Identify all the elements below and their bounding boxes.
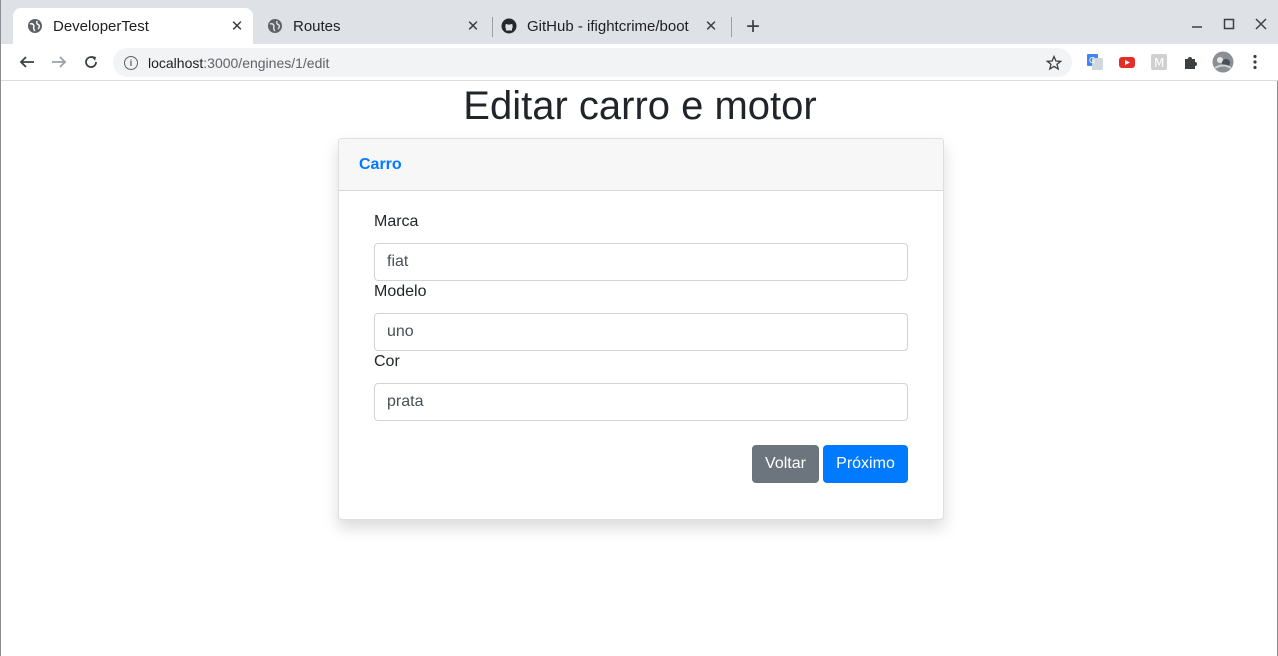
address-bar[interactable]: i localhost:3000/engines/1/edit (113, 48, 1072, 77)
extensions-puzzle-icon[interactable] (1182, 53, 1200, 71)
tab-routes[interactable]: Routes ✕ (253, 8, 489, 44)
youtube-icon[interactable] (1118, 53, 1136, 71)
bookmark-star-icon[interactable] (1044, 53, 1064, 73)
github-icon (501, 18, 517, 34)
tab-developertest[interactable]: DeveloperTest ✕ (13, 8, 253, 44)
carro-link[interactable]: Carro (359, 156, 402, 174)
close-window-icon[interactable] (1249, 12, 1273, 36)
maximize-icon[interactable] (1217, 12, 1241, 36)
info-icon[interactable]: i (124, 55, 138, 70)
cor-label: Cor (374, 353, 400, 370)
minimize-icon[interactable] (1185, 12, 1209, 36)
tab-strip: DeveloperTest ✕ Routes ✕ GitHub - ifight… (1, 0, 1278, 44)
tab-separator (731, 17, 732, 37)
browser-window: DeveloperTest ✕ Routes ✕ GitHub - ifight… (0, 0, 1278, 656)
profile-avatar-icon[interactable] (1212, 51, 1234, 73)
close-tab-icon[interactable]: ✕ (701, 16, 721, 36)
svg-text:G: G (1089, 56, 1095, 65)
tab-github[interactable]: GitHub - ifightcrime/boot ✕ (487, 8, 727, 44)
close-tab-icon[interactable]: ✕ (463, 16, 483, 36)
m-extension-icon[interactable]: M (1150, 53, 1168, 71)
card-header: Carro (339, 139, 943, 191)
browser-toolbar: i localhost:3000/engines/1/edit G M (1, 44, 1278, 81)
marca-label: Marca (374, 213, 419, 230)
forward-arrow-icon[interactable] (46, 49, 72, 75)
url-text: localhost:3000/engines/1/edit (148, 55, 1044, 71)
modelo-label: Modelo (374, 283, 427, 300)
reload-icon[interactable] (78, 49, 104, 75)
url-path: :3000/engines/1/edit (203, 54, 330, 71)
car-form-card: Carro Marca Modelo Cor Voltar Próximo (338, 138, 944, 520)
new-tab-button[interactable]: + (741, 13, 765, 40)
modelo-input[interactable] (374, 313, 908, 351)
kebab-menu-icon[interactable] (1246, 53, 1264, 71)
svg-text:M: M (1154, 56, 1164, 70)
tab-title: GitHub - ifightcrime/boot (527, 17, 689, 35)
page-content: Editar carro e motor Carro Marca Modelo … (1, 82, 1277, 656)
tab-title: DeveloperTest (53, 17, 149, 35)
globe-icon (27, 18, 43, 34)
globe-icon (267, 18, 283, 34)
google-translate-icon[interactable]: G (1086, 53, 1104, 71)
proximo-button[interactable]: Próximo (823, 445, 908, 483)
cor-input[interactable] (374, 383, 908, 421)
marca-input[interactable] (374, 243, 908, 281)
back-arrow-icon[interactable] (14, 49, 40, 75)
tab-title: Routes (293, 17, 341, 35)
voltar-button[interactable]: Voltar (752, 445, 819, 483)
close-tab-icon[interactable]: ✕ (227, 16, 247, 36)
page-title: Editar carro e motor (463, 84, 817, 128)
url-host: localhost (148, 54, 204, 71)
